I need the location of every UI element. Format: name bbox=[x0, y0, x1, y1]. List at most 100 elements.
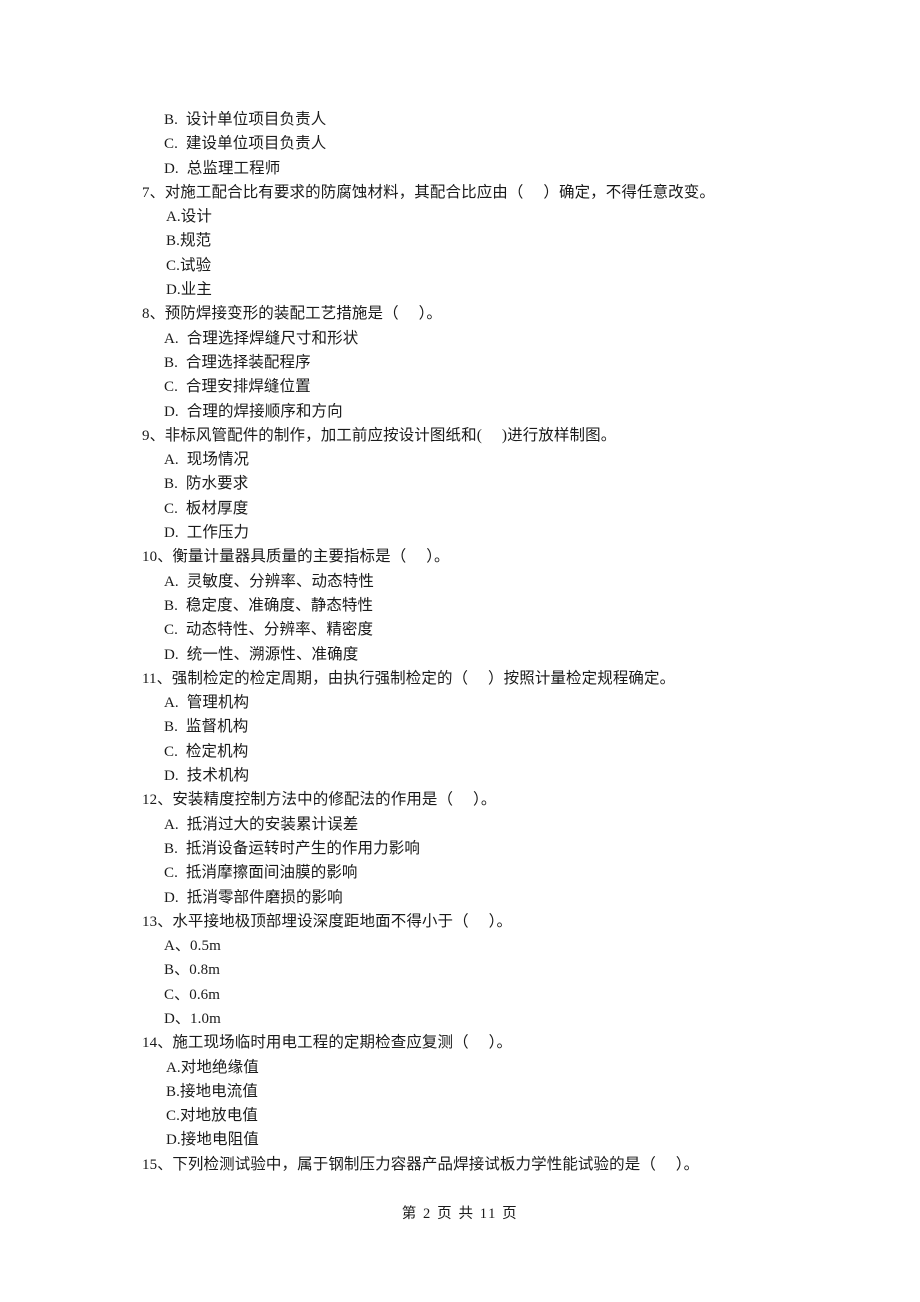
question-stem: 衡量计量器具质量的主要指标是（ ）。 bbox=[172, 548, 450, 566]
question-list: B. 设计单位项目负责人 C. 建设单位项目负责人 D. 总监理工程师 7、对施… bbox=[142, 108, 802, 1177]
option-label: C. bbox=[164, 865, 178, 882]
option-text: 合理选择焊缝尺寸和形状 bbox=[186, 329, 359, 347]
option-label: A. bbox=[164, 695, 179, 712]
option-text: 工作压力 bbox=[186, 524, 250, 542]
option-spacer bbox=[179, 330, 187, 347]
option-label: B、 bbox=[164, 962, 190, 979]
option-label: C. bbox=[166, 1108, 180, 1125]
option-spacer bbox=[179, 403, 187, 420]
option-spacer bbox=[179, 573, 187, 590]
option-label: D. bbox=[164, 160, 179, 177]
page-footer: 第 2 页 共 11 页 bbox=[401, 1206, 519, 1222]
option-spacer bbox=[179, 524, 187, 541]
option-label: B. bbox=[164, 597, 178, 614]
option-label: C. bbox=[164, 136, 178, 153]
option-spacer bbox=[179, 646, 187, 663]
option-text: 对地放电值 bbox=[179, 1107, 258, 1125]
question-number: 13、 bbox=[142, 913, 173, 930]
option-row: B.规范 bbox=[142, 229, 802, 253]
question-stem: 非标风管配件的制作，加工前应按设计图纸和( )进行放样制图。 bbox=[164, 426, 617, 444]
option-row: D、1.0m bbox=[142, 1007, 802, 1031]
option-row: A. 现场情况 bbox=[142, 448, 802, 472]
option-row: C、0.6m bbox=[142, 983, 802, 1007]
question-number: 8、 bbox=[142, 306, 165, 323]
option-label: B. bbox=[166, 233, 180, 250]
option-text: 设计 bbox=[180, 208, 212, 226]
option-label: A. bbox=[166, 209, 181, 226]
question-number: 10、 bbox=[142, 549, 173, 566]
option-text: 对地绝缘值 bbox=[180, 1058, 259, 1076]
question-block-14: 14、施工现场临时用电工程的定期检查应复测（ ）。 A.对地绝缘值 B.接地电流… bbox=[142, 1031, 802, 1152]
option-text: 抵消摩擦面间油膜的影响 bbox=[185, 864, 358, 882]
option-spacer bbox=[178, 743, 186, 760]
option-label: B. bbox=[164, 112, 178, 128]
option-row: A. 合理选择焊缝尺寸和形状 bbox=[142, 327, 802, 351]
option-text: 合理选择装配程序 bbox=[185, 353, 311, 371]
option-text: 现场情况 bbox=[186, 451, 250, 469]
option-text: 合理的焊接顺序和方向 bbox=[186, 402, 343, 420]
option-row: D.接地电阻值 bbox=[142, 1128, 802, 1152]
option-label: C. bbox=[166, 257, 180, 274]
question-stem: 强制检定的检定周期，由执行强制检定的（ ）按照计量检定规程确定。 bbox=[171, 669, 676, 687]
option-row: D. 抵消零部件磨损的影响 bbox=[142, 886, 802, 910]
option-text: 防水要求 bbox=[185, 475, 249, 493]
option-text: 监督机构 bbox=[185, 718, 249, 736]
option-text: 统一性、溯源性、准确度 bbox=[186, 645, 359, 663]
question-number: 11、 bbox=[142, 670, 172, 687]
option-text: 技术机构 bbox=[186, 767, 250, 785]
option-spacer bbox=[178, 135, 186, 152]
option-label: B. bbox=[164, 840, 178, 857]
option-label: C. bbox=[164, 743, 178, 760]
option-label: C. bbox=[164, 379, 178, 396]
question-block-8: 8、预防焊接变形的装配工艺措施是（ ）。 A. 合理选择焊缝尺寸和形状 B. 合… bbox=[142, 302, 802, 423]
question-stem-row: 15、下列检测试验中，属于钢制压力容器产品焊接试板力学性能试验的是（ ）。 bbox=[142, 1153, 802, 1177]
option-label: A. bbox=[164, 452, 179, 469]
option-text: 板材厚度 bbox=[185, 499, 249, 517]
question-stem: 施工现场临时用电工程的定期检查应复测（ ）。 bbox=[172, 1034, 513, 1052]
option-text: 抵消设备运转时产生的作用力影响 bbox=[185, 839, 420, 857]
option-row: B. 抵消设备运转时产生的作用力影响 bbox=[142, 837, 802, 861]
option-text: 接地电流值 bbox=[179, 1082, 258, 1100]
option-text: 抵消过大的安装累计误差 bbox=[186, 815, 359, 833]
option-text: 稳定度、准确度、静态特性 bbox=[185, 596, 374, 614]
option-row: B. 合理选择装配程序 bbox=[142, 351, 802, 375]
question-block-15: 15、下列检测试验中，属于钢制压力容器产品焊接试板力学性能试验的是（ ）。 bbox=[142, 1153, 802, 1177]
question-stem: 安装精度控制方法中的修配法的作用是（ ）。 bbox=[172, 791, 497, 809]
option-row: D. 工作压力 bbox=[142, 521, 802, 545]
option-row: B. 设计单位项目负责人 bbox=[142, 108, 802, 132]
option-spacer bbox=[178, 378, 186, 395]
option-text: 检定机构 bbox=[185, 742, 249, 760]
option-spacer bbox=[178, 475, 186, 492]
option-row: D. 合理的焊接顺序和方向 bbox=[142, 400, 802, 424]
option-spacer bbox=[178, 718, 186, 735]
question-block-12: 12、安装精度控制方法中的修配法的作用是（ ）。 A. 抵消过大的安装累计误差 … bbox=[142, 788, 802, 909]
option-label: B. bbox=[164, 719, 178, 736]
option-row: D. 总监理工程师 bbox=[142, 157, 802, 181]
question-number: 9、 bbox=[142, 427, 165, 444]
option-row: B. 监督机构 bbox=[142, 715, 802, 739]
option-text: 设计单位项目负责人 bbox=[185, 111, 327, 128]
option-text: 抵消零部件磨损的影响 bbox=[186, 888, 343, 906]
option-text: 灵敏度、分辨率、动态特性 bbox=[186, 572, 374, 590]
question-block-7: 7、对施工配合比有要求的防腐蚀材料，其配合比应由（ ）确定，不得任意改变。 A.… bbox=[142, 181, 802, 302]
question-stem-row: 11、强制检定的检定周期，由执行强制检定的（ ）按照计量检定规程确定。 bbox=[142, 667, 802, 691]
option-row: A. 管理机构 bbox=[142, 691, 802, 715]
option-row: C. 合理安排焊缝位置 bbox=[142, 375, 802, 399]
option-row: A. 抵消过大的安装累计误差 bbox=[142, 813, 802, 837]
option-label: A. bbox=[164, 816, 179, 833]
option-label: A. bbox=[164, 330, 179, 347]
option-spacer bbox=[179, 694, 187, 711]
option-spacer bbox=[179, 451, 187, 468]
option-row: A.对地绝缘值 bbox=[142, 1056, 802, 1080]
option-spacer bbox=[178, 840, 186, 857]
question-stem: 对施工配合比有要求的防腐蚀材料，其配合比应由（ ）确定，不得任意改变。 bbox=[164, 183, 715, 201]
option-label: C. bbox=[164, 500, 178, 517]
option-label: D. bbox=[164, 646, 179, 663]
question-stem-row: 7、对施工配合比有要求的防腐蚀材料，其配合比应由（ ）确定，不得任意改变。 bbox=[142, 181, 802, 205]
option-text: 接地电阻值 bbox=[180, 1131, 259, 1149]
option-row: A. 灵敏度、分辨率、动态特性 bbox=[142, 570, 802, 594]
option-label: D. bbox=[166, 282, 181, 299]
question-block-11: 11、强制检定的检定周期，由执行强制检定的（ ）按照计量检定规程确定。 A. 管… bbox=[142, 667, 802, 788]
option-label: D. bbox=[164, 525, 179, 542]
option-spacer bbox=[179, 816, 187, 833]
